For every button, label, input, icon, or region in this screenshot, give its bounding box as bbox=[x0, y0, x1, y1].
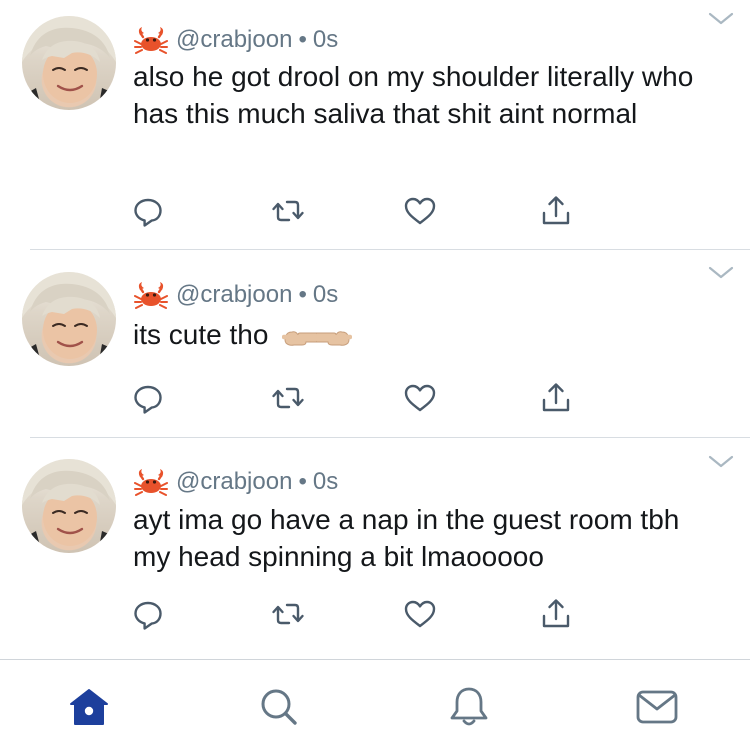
separator-dot: • bbox=[298, 468, 307, 495]
home-icon bbox=[70, 689, 108, 725]
share-icon bbox=[538, 193, 574, 229]
timestamp: 0s bbox=[312, 26, 339, 53]
separator-dot: • bbox=[298, 281, 307, 308]
avatar[interactable] bbox=[22, 272, 116, 366]
heart-icon bbox=[402, 380, 438, 416]
retweet-icon bbox=[270, 193, 306, 229]
like-button[interactable] bbox=[402, 193, 438, 229]
avatar[interactable] bbox=[22, 459, 116, 553]
retweet-button[interactable] bbox=[270, 193, 306, 229]
search-icon bbox=[261, 689, 297, 725]
retweet-icon bbox=[270, 596, 306, 632]
reply-button[interactable] bbox=[130, 193, 166, 229]
share-icon bbox=[538, 380, 574, 416]
crab-emoji-icon bbox=[134, 25, 168, 55]
heart-icon bbox=[402, 193, 438, 229]
reply-icon bbox=[130, 380, 166, 416]
tweet-text: its cute tho bbox=[133, 319, 269, 350]
share-icon bbox=[538, 596, 574, 632]
bottom-tab-bar bbox=[0, 659, 750, 755]
reply-icon bbox=[130, 596, 166, 632]
tab-search[interactable] bbox=[254, 684, 304, 730]
timestamp: 0s bbox=[312, 281, 339, 308]
retweet-button[interactable] bbox=[270, 596, 306, 632]
chevron-down-icon[interactable] bbox=[708, 12, 734, 26]
like-button[interactable] bbox=[402, 380, 438, 416]
tweet-actions bbox=[130, 596, 590, 632]
share-button[interactable] bbox=[538, 380, 574, 416]
share-button[interactable] bbox=[538, 193, 574, 229]
tab-messages[interactable] bbox=[632, 684, 682, 730]
reply-icon bbox=[130, 193, 166, 229]
avatar[interactable] bbox=[22, 16, 116, 110]
tweet-actions bbox=[130, 380, 590, 416]
retweet-icon bbox=[270, 380, 306, 416]
retweet-button[interactable] bbox=[270, 380, 306, 416]
tweet-2[interactable]: @crabjoon • 0s its cute tho bbox=[0, 250, 750, 438]
tweet-text: ayt ima go have a nap in the guest room … bbox=[133, 504, 680, 572]
tab-notifications[interactable] bbox=[444, 684, 494, 730]
crab-emoji-icon bbox=[134, 280, 168, 310]
user-handle[interactable]: @crabjoon bbox=[176, 281, 292, 309]
user-handle[interactable]: @crabjoon bbox=[176, 468, 292, 496]
reply-button[interactable] bbox=[130, 596, 166, 632]
tweet-header: @crabjoon • 0s bbox=[134, 464, 338, 500]
user-handle[interactable]: @crabjoon bbox=[176, 26, 292, 54]
tweet-text-container: its cute tho bbox=[133, 316, 713, 353]
chevron-down-icon[interactable] bbox=[708, 266, 734, 280]
mail-icon bbox=[636, 690, 678, 724]
tweet-text: also he got drool on my shoulder literal… bbox=[133, 61, 694, 129]
heart-icon bbox=[402, 596, 438, 632]
tweet-actions bbox=[130, 193, 590, 229]
tweet-1[interactable]: @crabjoon • 0s also he got drool on my s… bbox=[0, 0, 750, 250]
bell-icon bbox=[450, 687, 488, 726]
tab-home[interactable] bbox=[64, 684, 114, 730]
pointing-right-hand-icon bbox=[316, 326, 352, 348]
reply-button[interactable] bbox=[130, 380, 166, 416]
like-button[interactable] bbox=[402, 596, 438, 632]
chevron-down-icon[interactable] bbox=[708, 455, 734, 469]
tweet-header: @crabjoon • 0s bbox=[134, 277, 338, 313]
separator-dot: • bbox=[298, 26, 307, 53]
pointing-left-hand-icon bbox=[282, 326, 318, 348]
tweet-3[interactable]: @crabjoon • 0s ayt ima go have a nap in … bbox=[0, 438, 750, 658]
share-button[interactable] bbox=[538, 596, 574, 632]
crab-emoji-icon bbox=[134, 467, 168, 497]
timestamp: 0s bbox=[312, 468, 339, 495]
tweet-header: @crabjoon • 0s bbox=[134, 22, 338, 58]
